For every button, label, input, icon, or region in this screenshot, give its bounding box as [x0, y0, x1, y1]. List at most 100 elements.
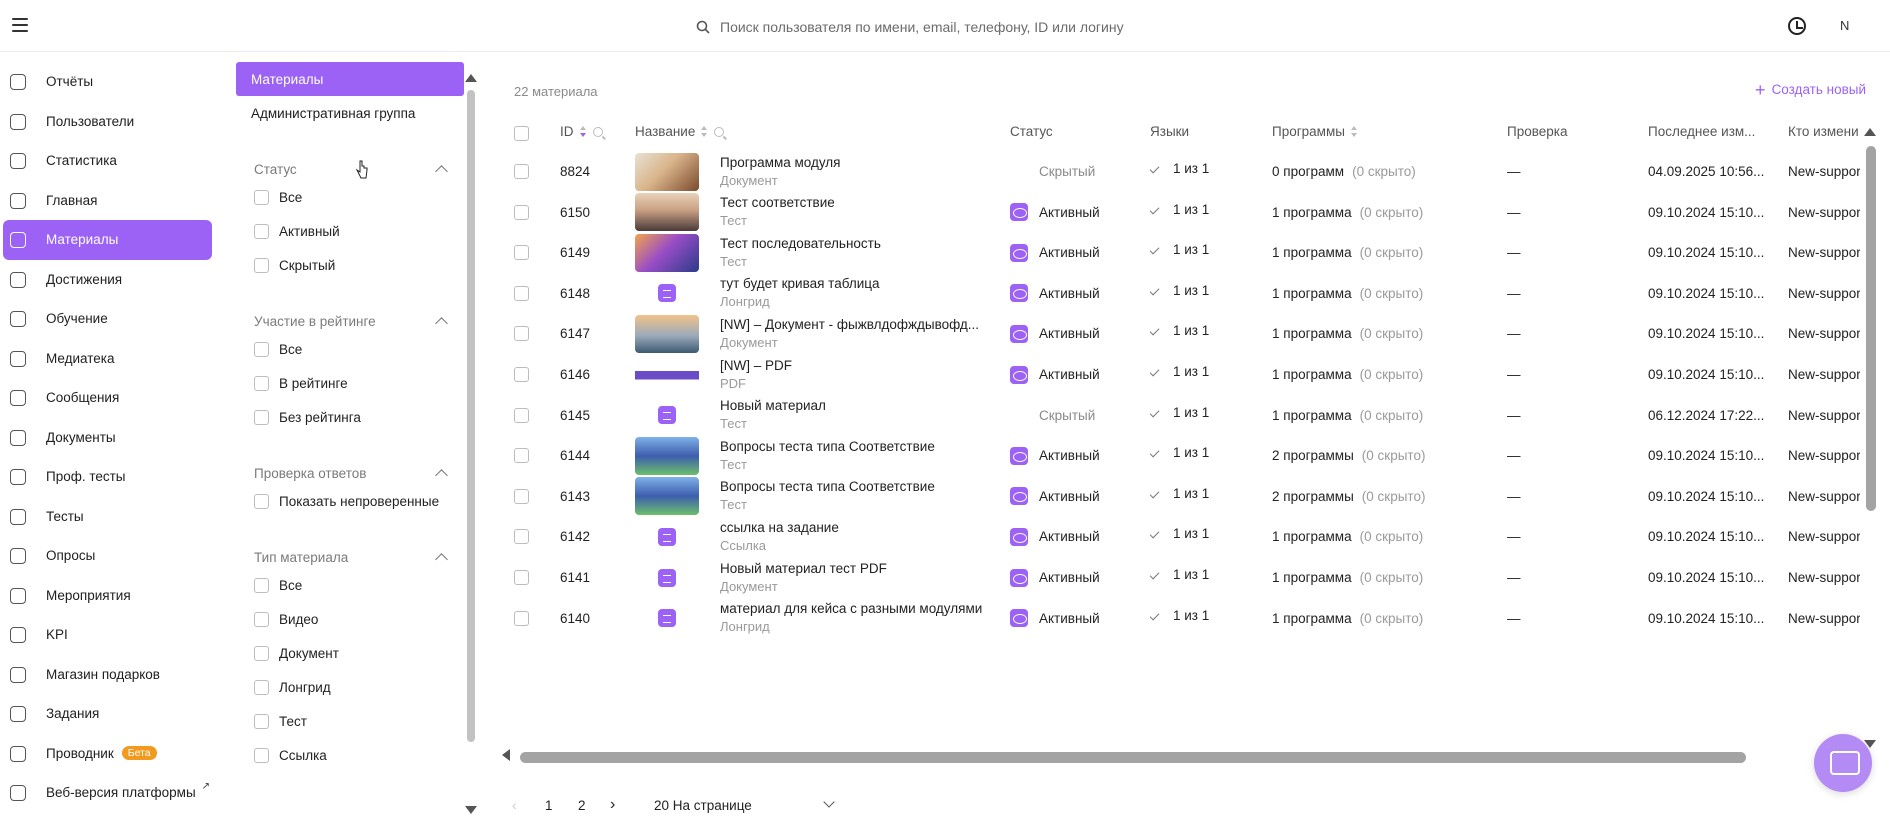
filter-checkbox[interactable] — [254, 409, 269, 425]
filters-scrollbar[interactable] — [465, 74, 477, 824]
sidebar-item-16[interactable]: Задания — [0, 694, 220, 734]
history-icon[interactable] — [1788, 17, 1806, 35]
filter-option[interactable]: Все — [254, 568, 464, 602]
sidebar-item-6[interactable]: Обучение — [0, 299, 220, 339]
row-checkbox[interactable] — [514, 529, 529, 545]
filter-checkbox[interactable] — [254, 747, 269, 763]
filter-group-header[interactable]: Тип материала — [254, 546, 464, 568]
scroll-up-arrow[interactable] — [465, 74, 477, 82]
table-vertical-scrollbar[interactable] — [1864, 128, 1876, 748]
sort-icon[interactable] — [1350, 126, 1358, 137]
chat-icon[interactable] — [1814, 734, 1872, 792]
page-1[interactable]: 1 — [545, 798, 553, 813]
sidebar-item-3[interactable]: Главная — [0, 181, 220, 221]
row-checkbox[interactable] — [514, 164, 529, 179]
next-page-icon[interactable]: › — [610, 796, 615, 814]
column-programs[interactable]: Программы — [1272, 124, 1345, 139]
user-avatar[interactable]: N — [1840, 18, 1849, 33]
page-2[interactable]: 2 — [578, 798, 586, 813]
table-horizontal-scrollbar[interactable] — [502, 749, 1852, 763]
search-icon[interactable] — [592, 126, 603, 137]
column-last-modified[interactable]: Последнее изм... — [1648, 124, 1755, 139]
filter-tab-admin-group[interactable]: Административная группа — [236, 96, 464, 130]
search-input[interactable]: Поиск пользователя по имени, email, теле… — [696, 17, 1124, 37]
sidebar-item-13[interactable]: Мероприятия — [0, 576, 220, 616]
filter-checkbox[interactable] — [254, 257, 269, 273]
select-all-checkbox[interactable] — [514, 126, 529, 141]
filter-option[interactable]: Все — [254, 332, 464, 366]
row-checkbox[interactable] — [514, 610, 529, 626]
filter-option[interactable]: Скрытый — [254, 248, 464, 282]
filter-checkbox[interactable] — [254, 375, 269, 391]
eye-icon[interactable] — [1010, 487, 1028, 506]
row-checkbox[interactable] — [514, 407, 529, 423]
filter-checkbox[interactable] — [254, 611, 269, 627]
eye-icon[interactable] — [1010, 365, 1028, 384]
scroll-up-arrow[interactable] — [1864, 128, 1876, 136]
row-programs-cell[interactable]: 1 программа (0 скрыто) — [1272, 594, 1502, 643]
sidebar-item-11[interactable]: Тесты — [0, 497, 220, 537]
sidebar-item-17[interactable]: Проводник Бета — [0, 734, 220, 774]
filter-option[interactable]: Без рейтинга — [254, 400, 464, 434]
filter-checkbox[interactable] — [254, 189, 269, 205]
column-status[interactable]: Статус — [1010, 124, 1053, 139]
filter-group-header[interactable]: Проверка ответов — [254, 462, 464, 484]
filter-option[interactable]: Показать непроверенные — [254, 484, 464, 518]
filter-option[interactable]: Лонгрид — [254, 670, 464, 704]
row-checkbox[interactable] — [514, 204, 529, 220]
filter-checkbox[interactable] — [254, 577, 269, 593]
filter-checkbox[interactable] — [254, 679, 269, 695]
filter-group-header[interactable]: Участие в рейтинге — [254, 310, 464, 332]
sidebar-item-12[interactable]: Опросы — [0, 536, 220, 576]
sort-icon[interactable] — [579, 126, 587, 137]
eye-icon[interactable] — [1010, 446, 1028, 465]
table-row[interactable]: 6140 материал для кейса с разными модулям… — [500, 594, 1860, 643]
sidebar-item-15[interactable]: Магазин подарков — [0, 655, 220, 695]
filter-option[interactable]: Активный — [254, 214, 464, 248]
chevron-up-icon[interactable] — [435, 164, 448, 178]
sidebar-item-7[interactable]: Медиатека — [0, 339, 220, 379]
column-id[interactable]: ID — [560, 124, 574, 139]
column-check[interactable]: Проверка — [1507, 124, 1567, 139]
column-languages[interactable]: Языки — [1150, 124, 1189, 139]
sidebar-item-8[interactable]: Сообщения — [0, 378, 220, 418]
filter-option[interactable]: Все — [254, 180, 464, 214]
row-checkbox[interactable] — [514, 326, 529, 342]
table-hscroll-thumb[interactable] — [520, 752, 1746, 763]
filter-option[interactable]: Тест — [254, 704, 464, 738]
table-scroll-thumb[interactable] — [1866, 146, 1876, 511]
scroll-left-arrow[interactable] — [502, 749, 510, 761]
row-checkbox[interactable] — [514, 570, 529, 585]
chevron-up-icon[interactable] — [435, 468, 448, 482]
eye-icon[interactable] — [1010, 527, 1028, 546]
chevron-up-icon[interactable] — [435, 316, 448, 330]
menu-icon[interactable] — [12, 18, 28, 32]
filter-option[interactable]: В рейтинге — [254, 366, 464, 400]
filter-option[interactable]: Документ — [254, 636, 464, 670]
row-checkbox[interactable] — [514, 488, 529, 504]
scroll-down-arrow[interactable] — [465, 806, 477, 814]
prev-page-icon[interactable]: ‹ — [512, 797, 517, 813]
filter-checkbox[interactable] — [254, 223, 269, 239]
sort-icon[interactable] — [701, 126, 708, 137]
filter-checkbox[interactable] — [254, 493, 269, 509]
chevron-up-icon[interactable] — [435, 552, 448, 566]
sidebar-item-0[interactable]: Отчёты — [0, 62, 220, 102]
eye-icon[interactable] — [1010, 609, 1028, 628]
filters-scroll-thumb[interactable] — [467, 90, 475, 742]
sidebar-item-4[interactable]: Материалы — [3, 220, 212, 260]
row-checkbox[interactable] — [514, 367, 529, 382]
eye-icon[interactable] — [1010, 324, 1028, 343]
row-checkbox[interactable] — [514, 285, 529, 301]
filter-option[interactable]: Ссылка — [254, 738, 464, 772]
filter-tab-materials[interactable]: Материалы — [236, 62, 464, 96]
column-title[interactable]: Название — [635, 124, 695, 139]
sidebar-item-14[interactable]: KPI — [0, 615, 220, 655]
row-checkbox-cell[interactable] — [514, 594, 544, 643]
filter-option[interactable]: Видео — [254, 602, 464, 636]
eye-icon[interactable] — [1010, 243, 1028, 262]
search-icon[interactable] — [714, 126, 725, 137]
row-checkbox[interactable] — [514, 245, 529, 261]
sidebar-item-18[interactable]: Веб-версия платформы ↗ — [0, 773, 220, 813]
sidebar-item-1[interactable]: Пользователи — [0, 102, 220, 142]
